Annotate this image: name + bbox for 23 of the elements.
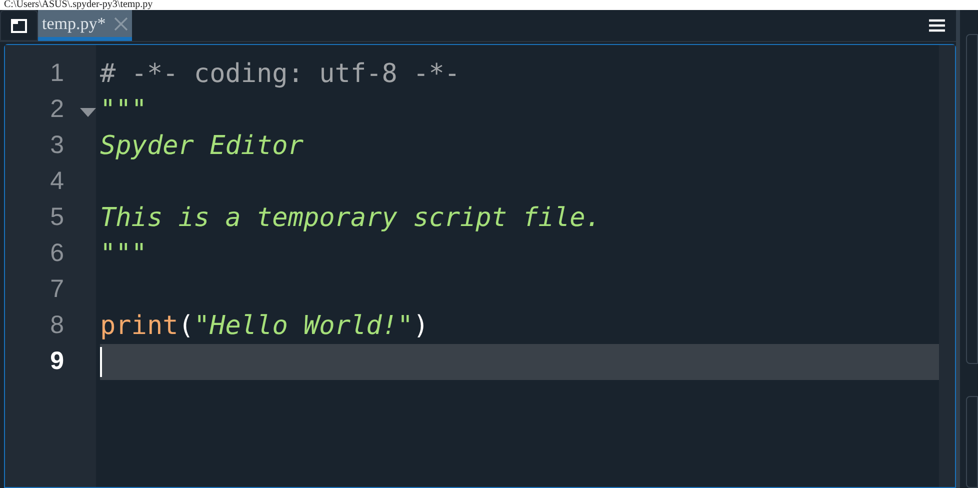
line-number: 5 [49,202,64,234]
line-number: 4 [49,166,64,198]
window-icon [11,18,27,32]
code-line: Spyder Editor [100,130,304,162]
code-line: # -*- coding: utf-8 -*- [100,58,460,90]
code-line: """ [100,94,147,126]
window-title: C:\Users\ASUS\.spyder-py3\temp.py [4,0,153,10]
line-number: 1 [49,58,64,90]
line-number: 2 [49,94,64,126]
tab-label: temp.py* [42,12,106,35]
file-tab[interactable]: temp.py* [38,10,132,41]
text-cursor [100,347,102,377]
browse-tabs-button[interactable] [0,10,38,41]
menu-icon [929,19,945,32]
line-number: 7 [49,274,64,306]
fold-triangle-icon[interactable] [80,108,96,116]
code-line: This is a temporary script file. [100,202,601,234]
code-line: """ [100,238,147,270]
code-line: print("Hello World!") [100,310,429,342]
line-number: 9 [49,346,64,378]
line-number: 6 [49,238,64,270]
line-number: 3 [49,130,64,162]
line-number: 8 [49,310,64,342]
